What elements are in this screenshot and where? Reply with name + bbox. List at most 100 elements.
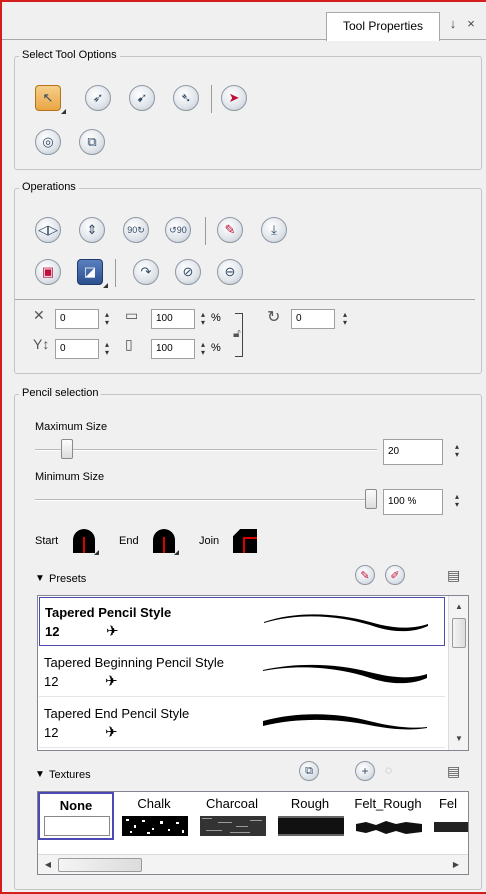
texture-item[interactable]: Rough xyxy=(272,792,348,840)
snap-contour-icon[interactable]: ➹ xyxy=(129,85,157,113)
preset-name: Tapered Pencil Style xyxy=(45,605,172,620)
select-tool-options-group: Select Tool Options ↖ ➶ ➹ ➴ ➤ ◎ ⧉ xyxy=(14,49,482,170)
create-drawing-icon[interactable]: ⧉ xyxy=(79,129,107,157)
width-percent-label: % xyxy=(211,312,221,324)
width-stepper[interactable]: ▴ ▾ xyxy=(199,311,207,327)
flatten-icon[interactable]: ⤓ xyxy=(261,217,289,245)
minimum-size-stepper[interactable]: ▴ ▾ xyxy=(453,493,461,509)
texture-options-icon[interactable]: ◌ xyxy=(385,763,392,777)
texture-name: Chalk xyxy=(137,796,171,811)
texture-swatch xyxy=(44,816,110,836)
end-label: End xyxy=(119,535,139,547)
angle-field[interactable]: 0 xyxy=(291,309,335,329)
presets-collapse-icon[interactable]: ▼ xyxy=(35,573,45,584)
texture-name: Rough xyxy=(290,796,330,811)
lock-ratio-icon[interactable]: 🔓︎ xyxy=(233,326,241,341)
snap-and-align-icon[interactable]: ➴ xyxy=(173,85,201,113)
scroll-down-icon[interactable]: ▼ xyxy=(451,734,467,743)
scroll-right-icon[interactable]: ▶ xyxy=(448,860,464,869)
minimum-size-field[interactable]: 100 % xyxy=(383,489,443,515)
minimum-size-slider[interactable] xyxy=(35,499,377,501)
end-tip-button[interactable] xyxy=(149,525,179,555)
presets-menu-icon[interactable]: ▤ xyxy=(447,567,460,584)
textures-list[interactable]: None Chalk Charcoal Rough Felt_Rough Fel xyxy=(37,791,469,875)
operations-group: Operations ◁▷ ⇕ 90↻ ↺90 ✎ ⤓ ▣ ◪ ↷ ⊘ ⊖ ✕ … xyxy=(14,181,482,374)
texture-item[interactable]: Felt_Rough xyxy=(350,792,426,840)
group-title: Select Tool Options xyxy=(19,49,120,61)
start-tip-button[interactable] xyxy=(69,525,99,555)
minimum-size-slider-thumb[interactable] xyxy=(365,489,377,509)
presets-list[interactable]: Tapered Pencil Style 12 ✈ Tapered Beginn… xyxy=(37,595,469,751)
preset-item[interactable]: Tapered Beginning Pencil Style 12 ✈ xyxy=(39,648,445,697)
start-label: Start xyxy=(35,535,59,547)
tab-bar: Tool Properties ↓ × xyxy=(2,2,486,41)
group-title: Operations xyxy=(19,181,79,193)
x-position-stepper[interactable]: ▴ ▾ xyxy=(103,311,111,327)
apply-to-all-drawings-icon[interactable]: ◎ xyxy=(35,129,63,157)
width-icon: ▭ xyxy=(125,307,139,323)
y-position-icon: Y↕ xyxy=(33,336,50,352)
tab-tool-properties[interactable]: Tool Properties xyxy=(326,12,440,41)
preset-name: Tapered End Pencil Style xyxy=(44,706,190,721)
preset-size: 12 xyxy=(45,624,60,639)
join-label: Join xyxy=(199,535,220,547)
maximum-size-field[interactable]: 20 xyxy=(383,439,443,465)
width-field[interactable]: 100 xyxy=(151,309,195,329)
flip-horizontal-icon[interactable]: ◁▷ xyxy=(35,217,63,245)
y-position-stepper[interactable]: ▴ ▾ xyxy=(103,341,111,357)
textures-scrollbar[interactable]: ◀ ▶ xyxy=(38,854,468,874)
maximum-size-slider[interactable] xyxy=(35,449,377,451)
lasso-icon[interactable]: ➶ xyxy=(85,85,113,113)
pin-icon[interactable]: ↓ xyxy=(444,16,462,31)
rotate-90-ccw-icon[interactable]: ↺90 xyxy=(165,217,193,245)
maximum-size-slider-thumb[interactable] xyxy=(61,439,74,459)
y-position-field[interactable]: 0 xyxy=(55,339,99,359)
angle-stepper[interactable]: ▴ ▾ xyxy=(341,311,349,327)
add-texture-icon[interactable]: + xyxy=(355,761,377,783)
preset-stroke-preview xyxy=(264,614,428,632)
tool-properties-panel: Tool Properties ↓ × Select Tool Options ↖… xyxy=(0,0,486,894)
rotate-90-cw-icon[interactable]: 90↻ xyxy=(123,217,151,245)
texture-swatch xyxy=(122,816,188,836)
select-by-color-icon[interactable]: ↖ xyxy=(35,85,66,114)
flip-vertical-icon[interactable]: ⇕ xyxy=(79,217,107,245)
distort-icon[interactable]: ↷ xyxy=(133,259,161,287)
height-field[interactable]: 100 xyxy=(151,339,195,359)
maximum-size-stepper[interactable]: ▴ ▾ xyxy=(453,443,461,459)
import-texture-icon[interactable]: ⧉ xyxy=(299,761,321,783)
texture-item[interactable]: Fel xyxy=(428,792,468,840)
textures-header: Textures xyxy=(49,769,91,781)
group-title: Pencil selection xyxy=(19,387,102,399)
adjust-edge-icon[interactable]: ⊖ xyxy=(217,259,245,287)
pencil-to-brush-icon[interactable]: ✎ xyxy=(217,217,245,245)
texture-item[interactable]: Charcoal xyxy=(194,792,270,840)
scrollbar-thumb[interactable] xyxy=(58,858,142,872)
height-stepper[interactable]: ▴ ▾ xyxy=(199,341,207,357)
close-icon[interactable]: × xyxy=(462,16,480,31)
texture-name: Felt_Rough xyxy=(354,796,422,811)
delete-preset-icon[interactable]: ✐ xyxy=(385,565,407,587)
new-preset-icon[interactable]: ✎ xyxy=(355,565,377,587)
scroll-up-icon[interactable]: ▲ xyxy=(451,602,467,611)
texture-name: None xyxy=(59,798,93,813)
preset-item[interactable]: Tapered Pencil Style 12 ✈ xyxy=(39,597,445,646)
scrollbar-thumb[interactable] xyxy=(452,618,466,648)
merge-palette-icon[interactable]: ▣ xyxy=(35,259,63,287)
toolbar-separator xyxy=(205,217,206,245)
select-arrow-icon[interactable]: ➤ xyxy=(221,85,249,113)
maximum-size-label: Maximum Size xyxy=(35,421,108,433)
texture-item[interactable]: Chalk xyxy=(116,792,192,840)
texture-swatch xyxy=(434,816,468,836)
textures-menu-icon[interactable]: ▤ xyxy=(447,763,460,780)
smooth-icon[interactable]: ◪ xyxy=(77,259,108,288)
x-position-field[interactable]: 0 xyxy=(55,309,99,329)
scroll-left-icon[interactable]: ◀ xyxy=(40,860,56,869)
presets-scrollbar[interactable]: ▲ ▼ xyxy=(448,596,468,750)
convert-pencil-icon[interactable]: ⊘ xyxy=(175,259,203,287)
textures-collapse-icon[interactable]: ▼ xyxy=(35,769,45,780)
preset-stroke-preview xyxy=(263,714,427,730)
preset-item[interactable]: Tapered End Pencil Style 12 ✈ xyxy=(39,699,445,748)
texture-item[interactable]: None xyxy=(38,792,114,840)
join-style-button[interactable] xyxy=(229,525,259,555)
x-position-icon: ✕ xyxy=(33,307,45,323)
